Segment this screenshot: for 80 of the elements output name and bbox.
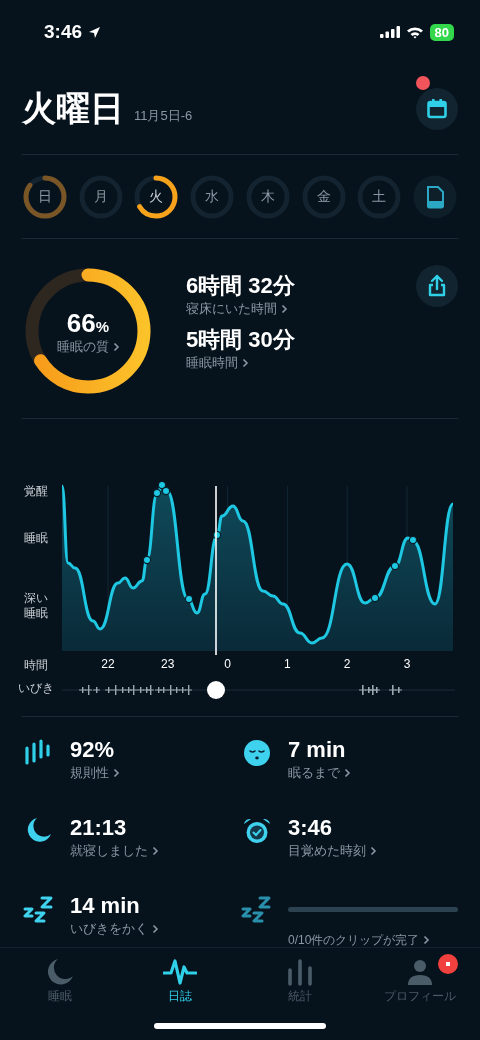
alarm-clock-icon [243,817,271,845]
stat-link[interactable]: 就寝しました [70,843,240,859]
event-point [157,480,167,490]
nav-tab[interactable]: 日誌 [120,948,240,1040]
event-point [152,488,162,498]
quality-link[interactable]: 睡眠の質 [56,338,120,355]
chevron-icon [112,341,120,352]
stat-link[interactable]: 目覚めた時刻 [288,843,458,859]
sleep-label: 睡眠 [24,530,48,546]
day-tab[interactable]: 土 [356,173,403,220]
person-icon [407,958,433,986]
chevron-icon [242,358,249,368]
hour-label: 22 [100,657,116,671]
snore-label: いびき [18,680,54,697]
document-icon [411,173,458,220]
day-tab[interactable]: 火 [133,173,180,220]
zzz-icon [241,895,273,925]
bar-chart-icon [287,958,313,986]
chevron-icon [423,935,431,945]
chevron-icon [370,846,377,856]
event-point [390,561,400,571]
share-icon [426,274,448,298]
stat-value: 21:13 [70,815,128,841]
playback-handle[interactable] [207,681,225,699]
stat-link[interactable]: 規則性 [70,765,240,781]
hour-label: 0 [223,657,232,671]
awake-label: 覚醒 [24,483,48,499]
nav-label: 睡眠 [48,988,72,1005]
chevron-icon [281,304,288,314]
stat-link[interactable]: 眠るまで [288,765,458,781]
duration-link[interactable]: 睡眠時間 [186,355,295,371]
stat-value: 3:46 [288,815,334,841]
duration-link[interactable]: 寝床にいた時間 [186,301,295,317]
event-point [142,555,152,565]
chevron-icon [152,924,159,934]
duration-value: 5時間 30分 [186,326,295,354]
duration-value: 6時間 32分 [186,272,295,300]
day-tab[interactable]: 金 [300,173,347,220]
chevron-icon [113,768,120,778]
nav-label: 日誌 [168,988,192,1005]
moon-icon [26,817,52,843]
report-button[interactable] [411,173,458,220]
day-tab[interactable]: 月 [77,173,124,220]
calendar-button[interactable] [416,88,458,130]
status-time: 3:46 [44,21,83,43]
quality-percent: 66% [66,307,110,339]
chevron-icon [344,768,351,778]
nav-label: 統計 [288,988,312,1005]
calendar-icon [426,98,448,120]
day-tab[interactable]: 水 [189,173,236,220]
event-point [370,593,380,603]
stat-link[interactable]: いびきをかく [70,921,240,937]
pulse-icon [163,958,197,986]
day-title: 火曜日 [22,88,124,129]
wifi-icon [405,25,424,39]
stat-value: 7 min [288,737,347,763]
time-axis-label: 時間 [24,657,48,673]
battery-level: 80 [429,23,454,41]
event-point [161,486,171,496]
hour-label: 1 [283,657,292,671]
zzz-icon [23,895,55,925]
hour-label: 2 [342,657,352,671]
stat-value: 92% [70,737,116,763]
moon-icon [46,958,74,986]
event-point [408,535,418,545]
share-button[interactable] [416,265,458,307]
day-tab[interactable]: 日 [22,173,68,220]
hour-label: 23 [160,657,176,671]
stat-value: 14 min [70,893,141,919]
location-arrow-icon [88,25,102,39]
event-point [212,530,222,540]
chevron-icon [152,846,159,856]
hour-label: 3 [402,657,412,671]
deep-sleep-label: 深い睡眠 [24,591,48,621]
clip-progress-link[interactable]: 0/10件のクリップが完了 [288,932,458,948]
event-point [184,594,194,604]
signal-icon [379,26,400,38]
day-tab[interactable]: 木 [244,173,291,220]
sleepy-face-icon [243,739,271,767]
date-range: 11月5日-6 [134,107,193,125]
